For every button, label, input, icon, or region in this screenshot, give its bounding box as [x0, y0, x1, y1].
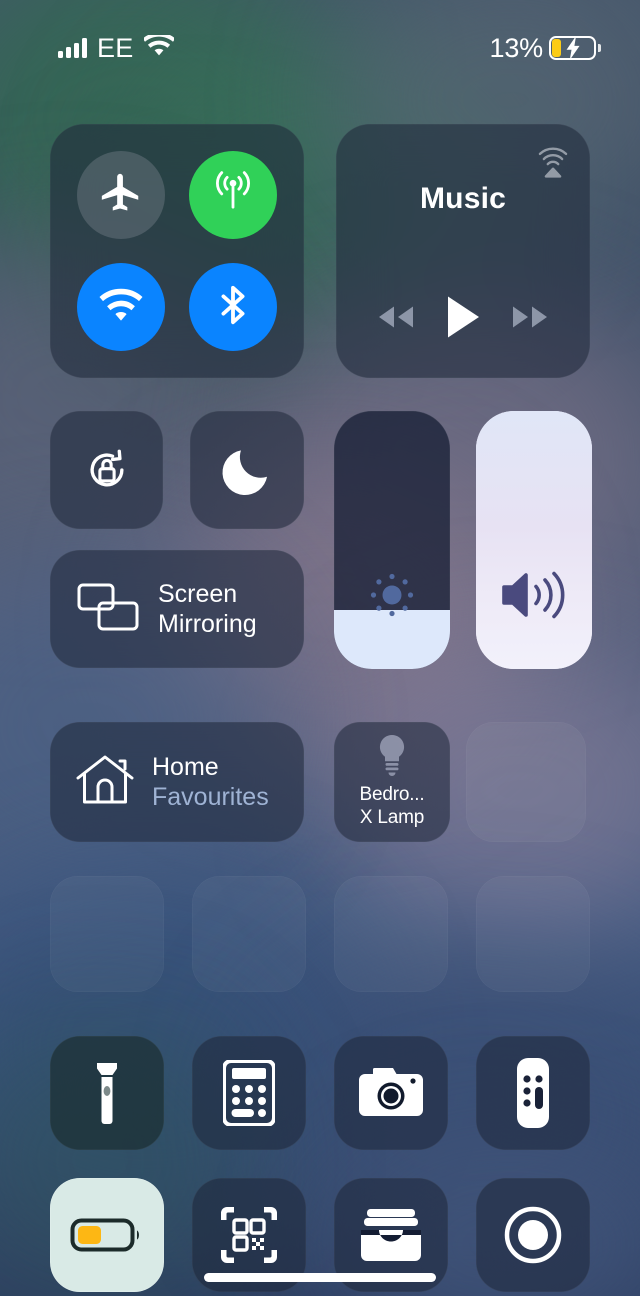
home-indicator-bar[interactable] [204, 1273, 436, 1282]
home-accessory-button[interactable]: Bedro... X Lamp [334, 722, 450, 842]
battery-charging-icon [549, 36, 601, 60]
empty-control-slot [466, 722, 586, 842]
cellular-data-button[interactable] [189, 151, 277, 239]
volume-slider[interactable] [476, 411, 592, 669]
wifi-icon [142, 32, 176, 62]
airplay-audio-icon[interactable] [534, 142, 572, 180]
calculator-icon [192, 1036, 306, 1150]
screen-mirroring-label-line1: Screen [158, 579, 238, 608]
home-house-icon [74, 752, 136, 813]
screen-recording-button[interactable] [476, 1178, 590, 1292]
home-module-labels: Home Favourites [152, 752, 269, 812]
brightness-slider[interactable] [334, 411, 450, 669]
flashlight-button[interactable] [50, 1036, 164, 1150]
battery-percent-label: 13% [489, 32, 544, 63]
status-bar: EE 13% [0, 0, 640, 96]
rotation-lock-unlocked-icon [50, 411, 163, 529]
home-accessory-name-line2: X Lamp [359, 807, 425, 829]
bluetooth-icon [210, 282, 256, 333]
light-bulb-icon [372, 732, 412, 783]
airplane-mode-button[interactable] [77, 151, 165, 239]
connectivity-module [50, 124, 304, 378]
rotation-lock-button[interactable] [50, 411, 163, 529]
empty-control-slot [192, 876, 306, 992]
wifi-button[interactable] [77, 263, 165, 351]
music-module[interactable]: Music [336, 124, 590, 378]
carrier-label: EE [97, 32, 134, 63]
screen-mirroring-button[interactable]: Screen Mirroring [50, 550, 304, 668]
screen-mirroring-icon [76, 580, 140, 639]
home-accessory-name-line1: Bedro... [359, 783, 425, 805]
music-transport-controls [336, 294, 590, 340]
cellular-signal-icon [58, 38, 87, 58]
do-not-disturb-button[interactable] [190, 411, 304, 529]
home-subtitle: Favourites [152, 783, 269, 811]
calculator-button[interactable] [192, 1036, 306, 1150]
empty-control-slot [476, 876, 590, 992]
fast-forward-icon[interactable] [507, 301, 553, 333]
home-module-button[interactable]: Home Favourites [50, 722, 304, 842]
camera-icon [334, 1036, 448, 1150]
tv-remote-button[interactable] [476, 1036, 590, 1150]
flashlight-icon [50, 1036, 164, 1150]
home-title: Home [152, 753, 219, 781]
speaker-volume-icon [498, 564, 570, 631]
screen-mirroring-label-line2: Mirroring [158, 610, 257, 638]
camera-button[interactable] [334, 1036, 448, 1150]
empty-control-slot [50, 876, 164, 992]
rewind-icon[interactable] [373, 301, 419, 333]
brightness-sun-icon [361, 564, 423, 631]
empty-control-slot [334, 876, 448, 992]
tv-remote-icon [476, 1036, 590, 1150]
airplane-icon [98, 170, 144, 221]
play-icon[interactable] [444, 294, 482, 340]
cellular-antenna-icon [207, 167, 259, 224]
screen-mirroring-label: Screen Mirroring [158, 579, 257, 640]
wifi-icon [97, 287, 145, 328]
moon-icon [190, 411, 304, 529]
battery-low-power-icon [50, 1178, 164, 1292]
screen-record-icon [476, 1178, 590, 1292]
bluetooth-button[interactable] [189, 263, 277, 351]
control-center: Music Screen Mirroring Home Favourites B… [0, 0, 640, 1296]
home-accessory-label: Bedro... X Lamp [334, 783, 450, 831]
music-title: Music [419, 182, 507, 215]
low-power-mode-button[interactable] [50, 1178, 164, 1292]
